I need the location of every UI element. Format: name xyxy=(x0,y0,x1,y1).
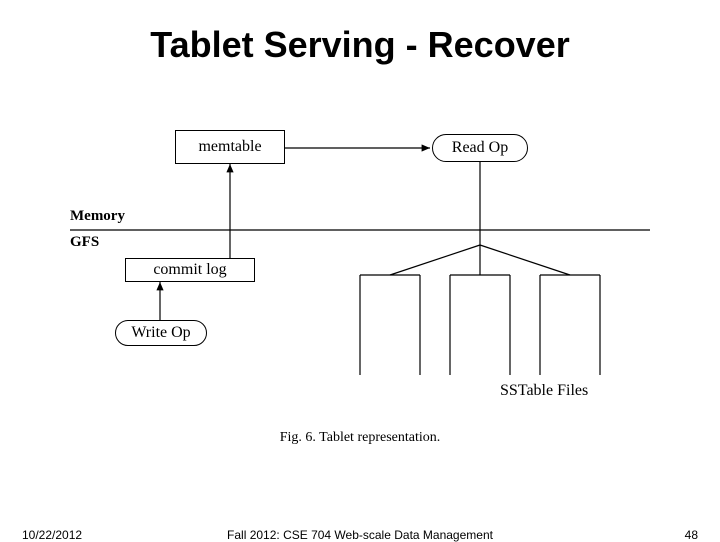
diagram-lines xyxy=(60,120,660,460)
gfs-label: GFS xyxy=(70,234,99,251)
figure-caption: Fig. 6. Tablet representation. xyxy=(60,430,660,446)
memtable-box: memtable xyxy=(175,130,285,164)
write-op-box: Write Op xyxy=(115,320,207,346)
write-op-label: Write Op xyxy=(131,324,190,342)
slide-title: Tablet Serving - Recover xyxy=(0,24,720,66)
commit-log-box: commit log xyxy=(125,258,255,282)
read-op-box: Read Op xyxy=(432,134,528,162)
read-op-label: Read Op xyxy=(452,139,508,157)
sstable-files-label: SSTable Files xyxy=(500,382,588,400)
memory-label: Memory xyxy=(70,208,125,225)
commit-log-label: commit log xyxy=(153,261,226,279)
memtable-label: memtable xyxy=(198,138,261,156)
diagram-container: memtable Read Op Memory GFS commit log W… xyxy=(60,120,660,460)
